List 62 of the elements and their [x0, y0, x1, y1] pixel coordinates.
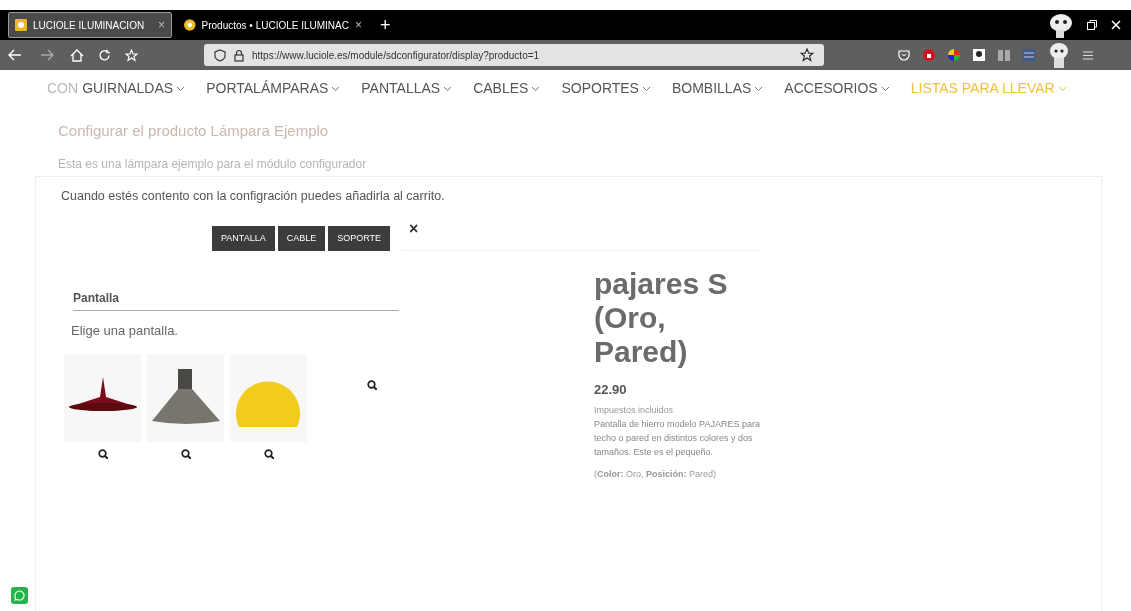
caret-icon	[176, 85, 186, 92]
product-title: pajares S (Oro, Pared)	[594, 267, 729, 369]
caret-icon	[443, 85, 453, 92]
ghost-figure-drawing	[1048, 42, 1070, 68]
hint-text: Elige una pantalla.	[71, 322, 178, 340]
forward-arrow-icon[interactable]	[40, 49, 54, 61]
lampshade-photo[interactable]	[147, 354, 224, 442]
reload-icon[interactable]	[98, 48, 111, 62]
nav-menu-item[interactable]: BOMBILLAS	[671, 78, 764, 99]
menu-icon[interactable]	[1083, 50, 1093, 60]
star-box-icon[interactable]	[125, 48, 138, 62]
ghost-figure-drawing	[1047, 12, 1073, 38]
intro-text: Cuando estés contento con la configración puedes añadirla al carrito.	[61, 188, 445, 205]
address-bar[interactable]: https://www.luciole.es/module/sdconfigurator/display?producto=1	[204, 44, 824, 66]
new-tab-button[interactable]: +	[380, 11, 391, 39]
close-icon[interactable]: ×	[355, 16, 362, 34]
close-button[interactable]: ×	[409, 221, 419, 237]
site-icon	[15, 19, 27, 31]
close-icon[interactable]	[1111, 20, 1121, 30]
caret-icon	[1057, 85, 1067, 92]
product-attributes: (Color: Oro, Posición: Pared)	[594, 468, 718, 481]
lock-icon	[234, 48, 244, 62]
caret-icon	[331, 85, 341, 92]
search-icon[interactable]	[263, 449, 274, 459]
chat-bubble-icon	[14, 590, 25, 601]
configurator-tab[interactable]: SOPORTE	[328, 226, 391, 251]
star-icon[interactable]	[800, 48, 814, 62]
nav-menu-item[interactable]: GUIRNALDAS	[82, 78, 186, 99]
caret-icon	[641, 85, 651, 92]
browser-tab[interactable]: LUCIOLE ILUMINACION ×	[8, 12, 172, 38]
close-icon[interactable]: ×	[158, 16, 165, 34]
search-icon[interactable]	[97, 449, 108, 459]
nav-menu-item[interactable]: CABLES	[473, 78, 541, 99]
back-arrow-icon[interactable]	[8, 49, 22, 61]
tax-note: Impuestos incluidos	[594, 403, 675, 417]
caret-icon	[754, 85, 764, 92]
restore-icon[interactable]	[1087, 20, 1097, 30]
pocket-icon[interactable]	[898, 49, 910, 61]
product-description: Pantalla de hierro modelo PAJARES para techo o pared en distintos colores y dos tamaños. Este es el pequeño.	[594, 418, 761, 459]
nav-menu-item[interactable]: SOPORTES	[561, 78, 651, 99]
product-price: 22.90	[594, 381, 628, 399]
whatsapp-button[interactable]	[11, 587, 28, 604]
page-heading: CON	[47, 79, 79, 98]
color-wheel-icon[interactable]	[948, 49, 960, 61]
tab-title: LUCIOLE ILUMINACION	[33, 18, 146, 33]
configurator-tab[interactable]: PANTALLA	[212, 226, 275, 251]
section-heading: Pantalla	[73, 289, 399, 311]
home-icon[interactable]	[70, 48, 84, 62]
caret-icon	[880, 85, 890, 92]
site-icon	[184, 19, 196, 31]
lampshade-photo[interactable]	[64, 354, 141, 442]
search-icon[interactable]	[366, 380, 377, 390]
search-icon[interactable]	[180, 449, 191, 459]
section-description: Esta es una lámpara ejemplo para el módulo configurador	[58, 156, 367, 173]
tab-title: Productos • LUCIOLE ILUMINAC	[201, 18, 349, 33]
nav-menu-item[interactable]: PORTALÁMPARAS	[206, 78, 341, 99]
configurator-tab[interactable]: CABLE	[277, 226, 326, 251]
url-text: https://www.luciole.es/module/sdconfigurator/display?producto=1	[252, 48, 541, 63]
section-title: Configurar el producto Lámpara Ejemplo	[58, 121, 329, 141]
nav-menu-item[interactable]: ACCESORIOS	[784, 78, 890, 99]
caret-icon	[531, 85, 541, 92]
nav-menu-item[interactable]: PANTALLAS	[361, 78, 453, 99]
